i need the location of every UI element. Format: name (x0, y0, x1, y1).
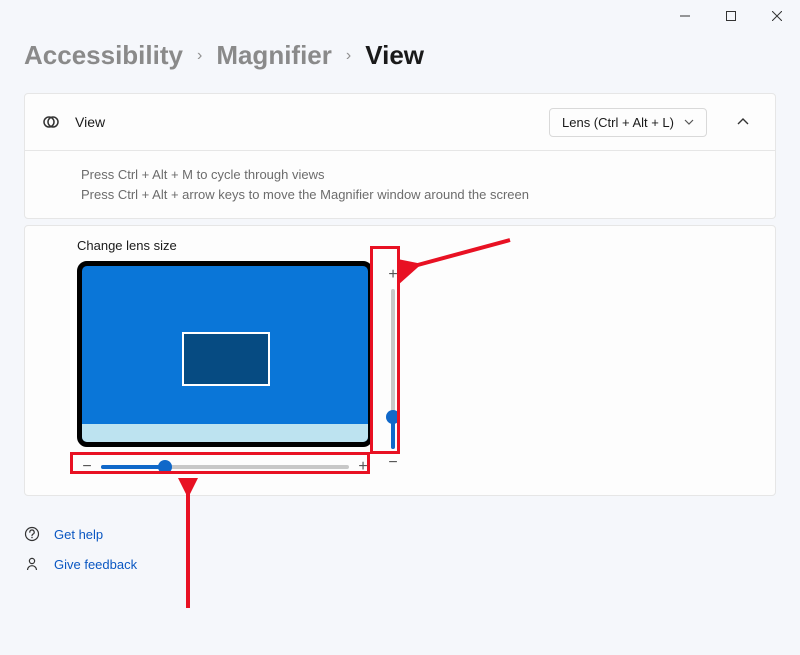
view-mode-select[interactable]: Lens (Ctrl + Alt + L) (549, 108, 707, 137)
lens-preview-taskbar (82, 424, 368, 442)
get-help-link[interactable]: Get help (24, 526, 776, 542)
lens-width-slider: − + (77, 457, 373, 477)
lens-width-decrease-button[interactable]: − (77, 457, 97, 477)
lens-width-thumb[interactable] (158, 460, 172, 474)
view-tip-2: Press Ctrl + Alt + arrow keys to move th… (81, 185, 759, 205)
breadcrumb: Accessibility › Magnifier › View (24, 40, 776, 71)
lens-size-card: Change lens size − + + (24, 225, 776, 496)
view-icon (41, 112, 61, 132)
lens-preview-area: − + + − (77, 261, 759, 477)
window-controls (662, 0, 800, 32)
lens-height-decrease-button[interactable]: − (383, 453, 403, 473)
chevron-down-icon (684, 119, 694, 125)
close-button[interactable] (754, 0, 800, 32)
chevron-right-icon: › (197, 47, 202, 65)
give-feedback-label: Give feedback (54, 557, 137, 572)
chevron-right-icon: › (346, 47, 351, 65)
view-card-title: View (75, 114, 535, 130)
lens-height-slider: + − (381, 261, 405, 477)
lens-width-fill (101, 465, 165, 469)
breadcrumb-view: View (365, 40, 424, 71)
footer-links: Get help Give feedback (24, 526, 776, 572)
lens-preview-rect (182, 332, 270, 386)
lens-height-track[interactable] (391, 289, 395, 449)
lens-width-track[interactable] (101, 465, 349, 469)
give-feedback-link[interactable]: Give feedback (24, 556, 776, 572)
breadcrumb-magnifier[interactable]: Magnifier (216, 40, 332, 71)
page-content: Accessibility › Magnifier › View View Le… (0, 0, 800, 610)
view-card-header: View Lens (Ctrl + Alt + L) (25, 94, 775, 150)
lens-height-increase-button[interactable]: + (383, 265, 403, 285)
help-icon (24, 526, 40, 542)
feedback-icon (24, 556, 40, 572)
minimize-button[interactable] (662, 0, 708, 32)
collapse-button[interactable] (727, 106, 759, 138)
view-settings-card: View Lens (Ctrl + Alt + L) Press Ctrl + … (24, 93, 776, 219)
lens-width-increase-button[interactable]: + (353, 457, 373, 477)
view-mode-selected-label: Lens (Ctrl + Alt + L) (562, 115, 674, 130)
breadcrumb-accessibility[interactable]: Accessibility (24, 40, 183, 71)
get-help-label: Get help (54, 527, 103, 542)
lens-size-title: Change lens size (77, 238, 759, 253)
maximize-button[interactable] (708, 0, 754, 32)
lens-preview-monitor (77, 261, 373, 447)
view-tips: Press Ctrl + Alt + M to cycle through vi… (25, 150, 775, 218)
view-tip-1: Press Ctrl + Alt + M to cycle through vi… (81, 165, 759, 185)
lens-height-thumb[interactable] (386, 410, 400, 424)
chevron-up-icon (737, 118, 749, 126)
